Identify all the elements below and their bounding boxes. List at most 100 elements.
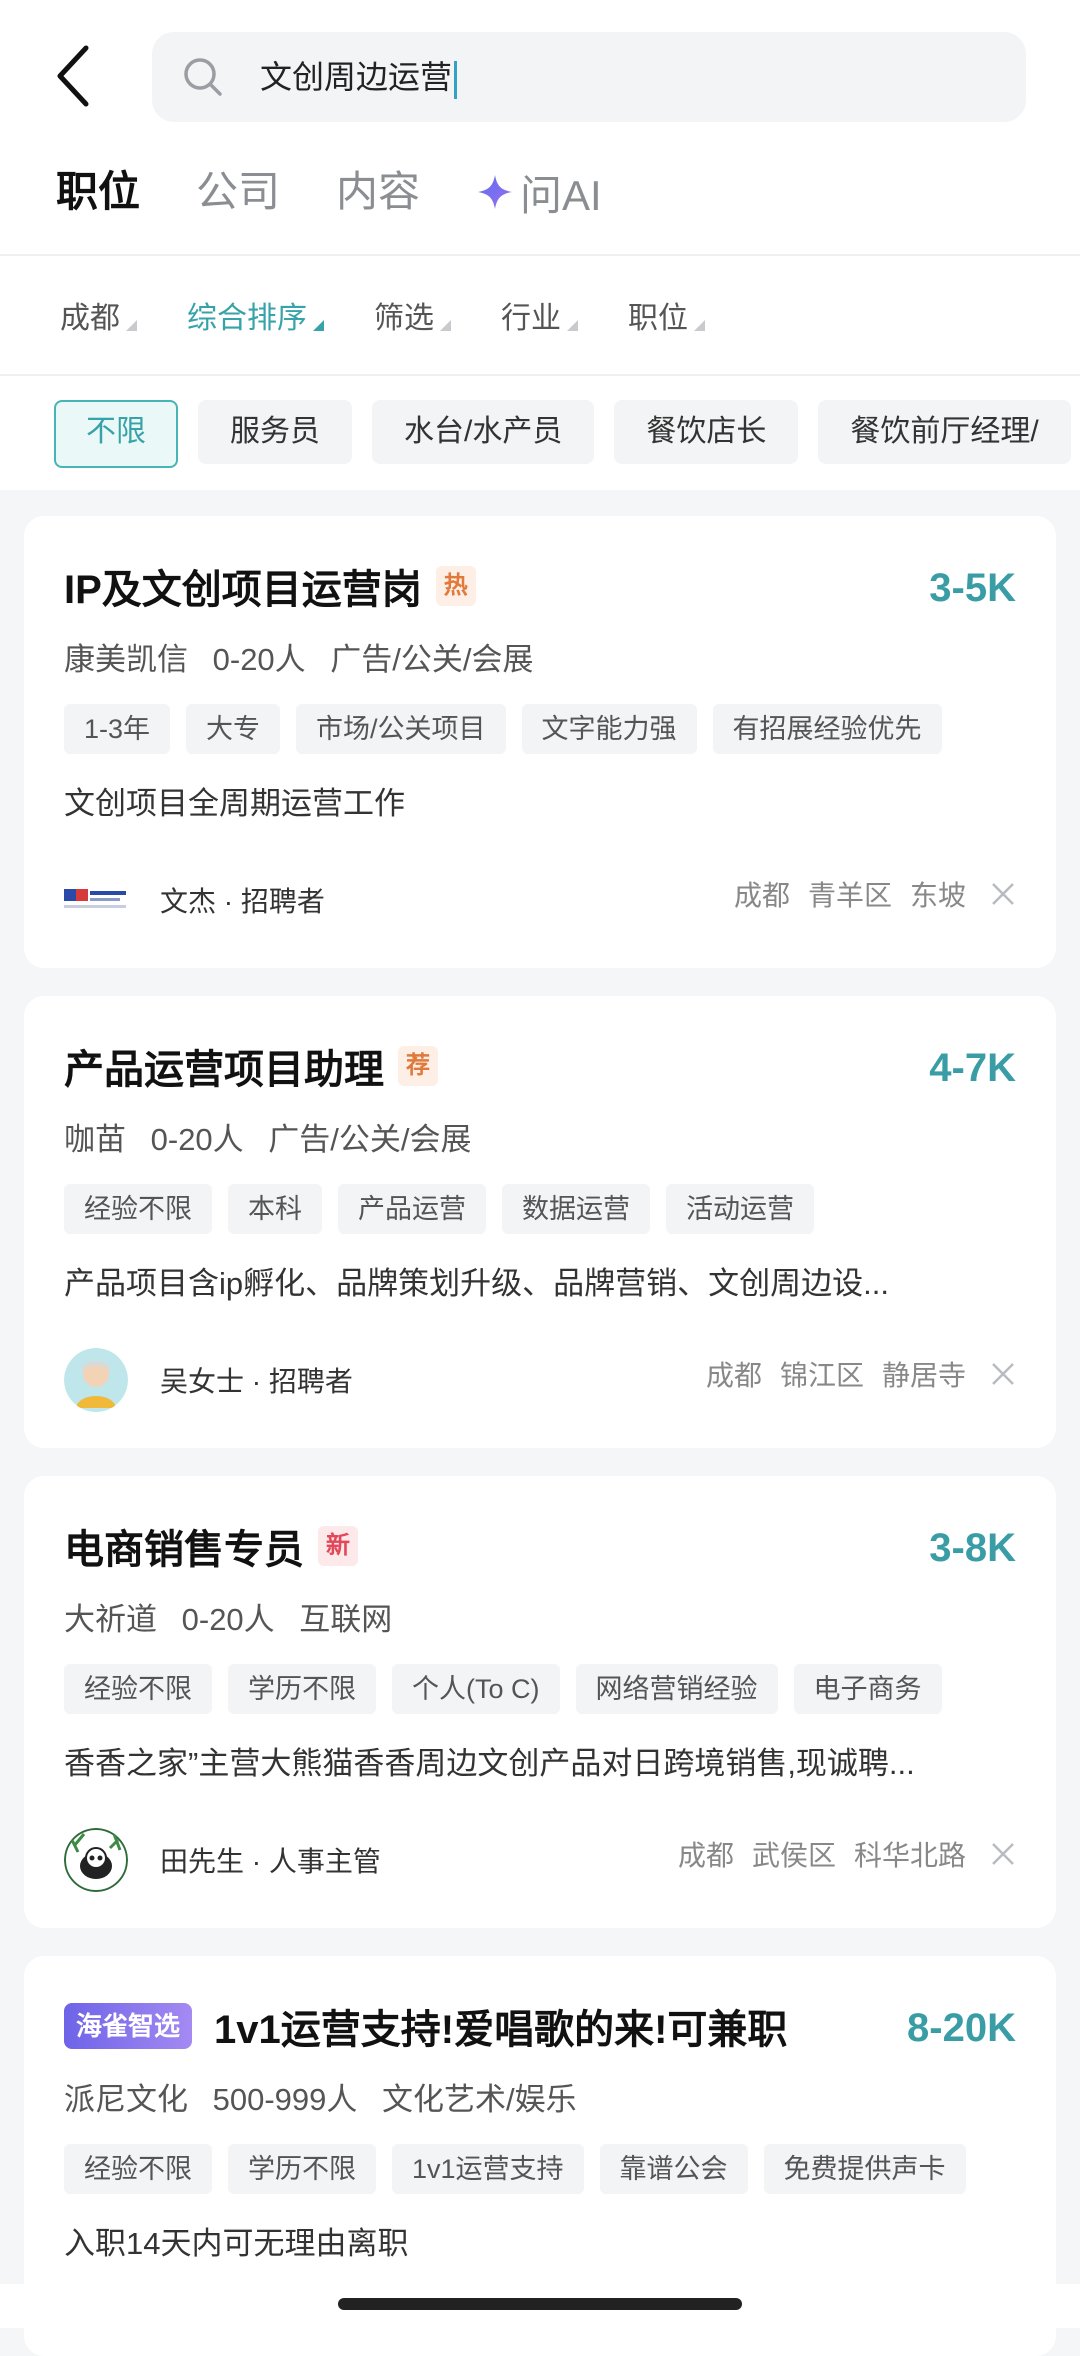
home-indicator[interactable]	[338, 2298, 742, 2310]
filter-position[interactable]: 职位	[628, 293, 705, 337]
job-tags: 经验不限 学历不限 1v1运营支持 靠谱公会 免费提供声卡	[64, 2144, 982, 2194]
job-description: 入职14天内可无理由离职	[64, 2226, 409, 2261]
tab-ask-ai[interactable]: 问AI	[476, 162, 602, 223]
chip-front-hall-manager[interactable]: 餐饮前厅经理/	[818, 400, 1071, 464]
company-industry: 广告/公关/会展	[268, 1122, 472, 1157]
location-city: 成都	[677, 1840, 734, 1871]
location-district: 青羊区	[807, 880, 892, 911]
recruiter-name: 吴女士 · 招聘者	[160, 1366, 353, 1397]
dropdown-triangle-icon	[694, 320, 705, 331]
filter-position-label: 职位	[628, 302, 688, 335]
location-district: 武侯区	[751, 1840, 836, 1871]
job-tag: 1-3年	[64, 704, 171, 754]
job-description: 香香之家”主营大熊猫香香周边文创产品对日跨境销售,现诚聘...	[64, 1746, 915, 1781]
job-tag: 学历不限	[228, 2144, 376, 2194]
company-logo	[64, 889, 126, 908]
chip-restaurant-manager[interactable]: 餐饮店长	[614, 400, 799, 464]
job-title: 1v1运营支持!爱唱歌的来!可兼职	[214, 2008, 788, 2052]
chip-unlimited[interactable]: 不限	[54, 400, 178, 468]
location-city: 成都	[733, 880, 790, 911]
salary: 3-8K	[929, 1526, 1016, 1570]
job-tag: 本科	[228, 1184, 322, 1234]
filter-sort-label: 综合排序	[187, 302, 307, 335]
job-tag: 靠谱公会	[599, 2144, 748, 2194]
recommend-badge: 荐	[398, 1046, 438, 1086]
job-tag: 个人(To C)	[392, 1664, 560, 1714]
job-tag: 经验不限	[64, 1664, 212, 1714]
company-name: 大祈道	[64, 1602, 157, 1637]
job-location: 成都 锦江区 静居寺	[688, 1354, 1016, 1394]
ai-sparkle-icon	[478, 175, 513, 209]
result-tabs: 职位 公司 内容 问AI	[56, 160, 602, 224]
job-title: 产品运营项目助理	[64, 1048, 384, 1092]
job-tag: 文字能力强	[521, 704, 697, 754]
filter-industry[interactable]: 行业	[501, 293, 578, 337]
job-card[interactable]: IP及文创项目运营岗 热 3-5K 康美凯信 0-20人 广告/公关/会展 1-…	[24, 516, 1056, 968]
filter-sort[interactable]: 综合排序	[187, 293, 324, 337]
job-tag: 有招展经验优先	[712, 704, 942, 754]
company-industry: 文化艺术/娱乐	[382, 2082, 577, 2117]
dropdown-triangle-icon	[126, 320, 137, 331]
job-tag: 数据运营	[502, 1184, 650, 1234]
category-chips: 不限 服务员 水台/水产员 餐饮店长 餐饮前厅经理/	[54, 400, 1080, 468]
company-size: 0-20人	[150, 1122, 244, 1157]
recruiter-avatar	[64, 1828, 128, 1892]
job-tags: 经验不限 学历不限 个人(To C) 网络营销经验 电子商务	[64, 1664, 958, 1714]
company-size: 0-20人	[212, 642, 306, 677]
dropdown-triangle-icon	[440, 320, 451, 331]
filter-bar: 成都 综合排序 筛选 行业 职位	[60, 290, 755, 340]
job-card[interactable]: 电商销售专员 新 3-8K 大祈道 0-20人 互联网 经验不限 学历不限 个人…	[24, 1476, 1056, 1928]
recruiter-avatar	[64, 1348, 128, 1412]
company-size: 500-999人	[212, 2082, 358, 2117]
job-tag: 大专	[186, 704, 281, 754]
dropdown-triangle-icon	[567, 320, 578, 331]
chip-seafood[interactable]: 水台/水产员	[372, 400, 595, 464]
tab-companies[interactable]: 公司	[196, 160, 280, 224]
company-name: 咖苗	[64, 1122, 126, 1157]
close-icon[interactable]	[990, 1841, 1016, 1867]
filter-city[interactable]: 成都	[60, 293, 137, 337]
filter-city-label: 成都	[60, 302, 120, 335]
close-icon[interactable]	[990, 1361, 1016, 1387]
job-tag: 1v1运营支持	[392, 2144, 584, 2194]
new-badge: 新	[318, 1526, 358, 1566]
job-title: IP及文创项目运营岗	[64, 568, 422, 612]
job-tag: 电子商务	[793, 1664, 942, 1714]
job-tag: 学历不限	[228, 1664, 376, 1714]
company-industry: 广告/公关/会展	[330, 642, 534, 677]
salary: 8-20K	[907, 2006, 1016, 2050]
divider	[0, 374, 1080, 376]
filter-screen-label: 筛选	[374, 302, 434, 335]
text-caret	[454, 60, 458, 99]
job-location: 成都 青羊区 东坡	[716, 874, 1016, 914]
job-tag: 经验不限	[64, 1184, 212, 1234]
search-icon	[184, 58, 222, 96]
close-icon[interactable]	[990, 881, 1016, 907]
job-description: 产品项目含ip孵化、品牌策划升级、品牌营销、文创周边设...	[64, 1266, 889, 1301]
search-query-text: 文创周边运营	[260, 59, 453, 95]
salary: 4-7K	[929, 1046, 1016, 1090]
filter-screen[interactable]: 筛选	[374, 293, 451, 337]
job-tag: 免费提供声卡	[763, 2144, 966, 2194]
job-tag: 活动运营	[666, 1184, 814, 1234]
back-arrow-icon[interactable]	[52, 42, 96, 110]
job-card[interactable]: 产品运营项目助理 荐 4-7K 咖苗 0-20人 广告/公关/会展 经验不限 本…	[24, 996, 1056, 1448]
tab-content[interactable]: 内容	[336, 160, 420, 224]
chip-waiter[interactable]: 服务员	[198, 400, 352, 464]
recruiter-name: 田先生 · 人事主管	[160, 1846, 381, 1877]
location-area: 东坡	[909, 880, 966, 911]
divider	[0, 254, 1080, 256]
filter-industry-label: 行业	[501, 302, 561, 335]
location-area: 科华北路	[853, 1840, 966, 1871]
company-name: 康美凯信	[64, 642, 188, 677]
salary: 3-5K	[929, 566, 1016, 610]
hot-badge: 热	[435, 566, 476, 606]
job-tag: 产品运营	[338, 1184, 486, 1234]
location-city: 成都	[705, 1360, 762, 1391]
tab-ask-ai-label: 问AI	[520, 171, 602, 219]
job-tags: 1-3年 大专 市场/公关项目 文字能力强 有招展经验优先	[64, 704, 958, 754]
job-title: 电商销售专员	[64, 1528, 304, 1572]
job-tag: 市场/公关项目	[296, 704, 506, 754]
search-input[interactable]: 文创周边运营	[152, 32, 1026, 122]
tab-positions[interactable]: 职位	[56, 160, 140, 224]
